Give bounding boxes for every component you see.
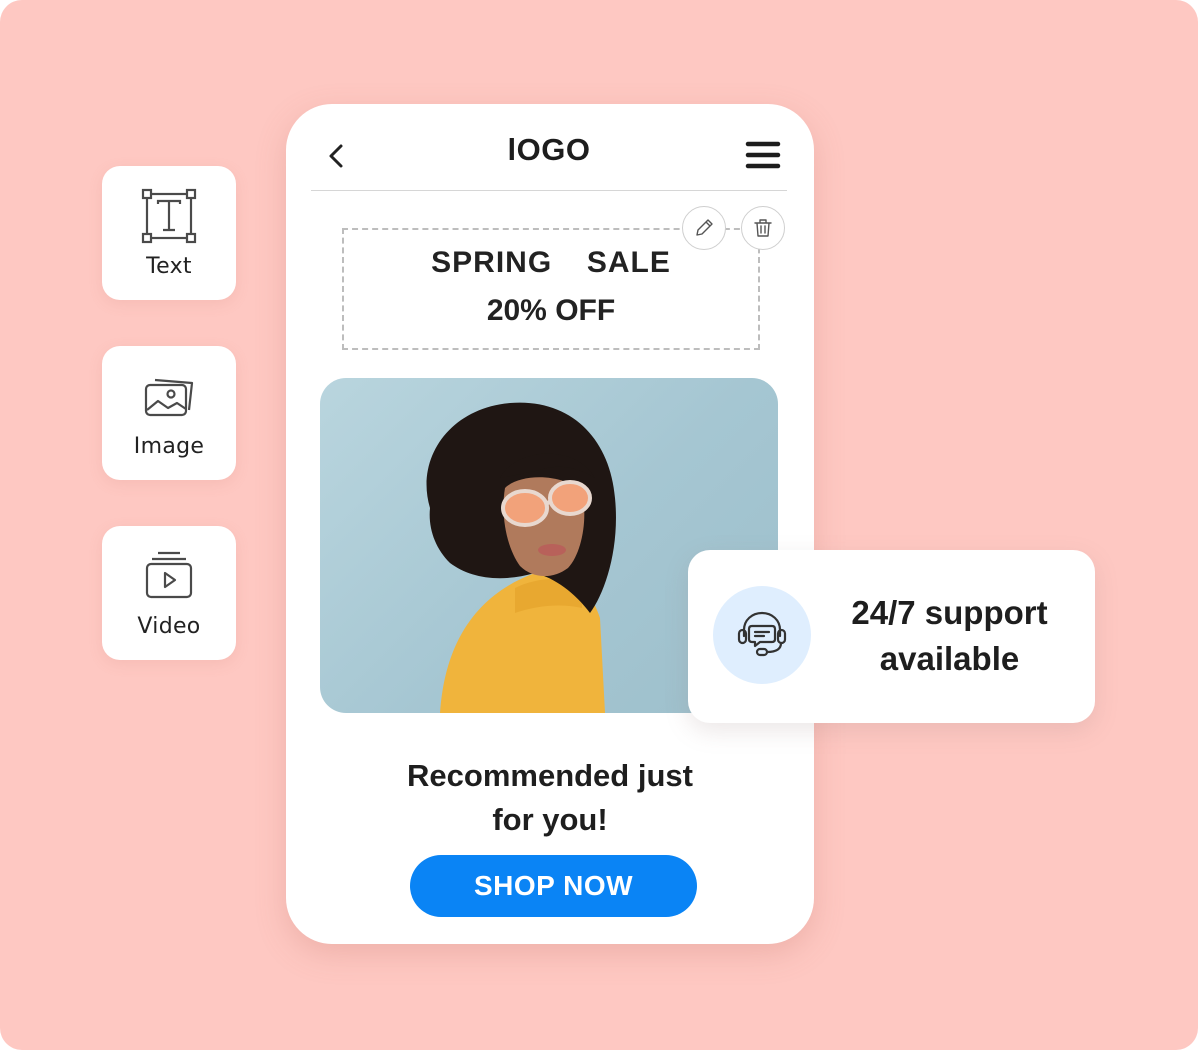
support-icon-badge [713, 586, 811, 684]
tool-text[interactable]: Text [102, 166, 236, 300]
sale-discount: 20% OFF [486, 294, 616, 327]
sale-title: SPRING SALE [431, 246, 671, 279]
recommendation-line1: Recommended just [407, 758, 693, 793]
tool-image-label: Image [133, 433, 205, 459]
headset-chat-icon [737, 611, 787, 657]
trash-icon [754, 219, 772, 237]
support-card: 24/7 support available [688, 550, 1095, 723]
logo: lOGO [507, 132, 591, 167]
phone-preview: lOGO SPRING SALE 20% OFF Recommended jus… [286, 104, 814, 944]
tool-text-label: Text [146, 253, 192, 279]
image-icon [144, 378, 194, 416]
support-line2: available [879, 640, 1020, 677]
recommendation-line2: for you! [492, 802, 608, 837]
phone-header: lOGO [311, 124, 787, 191]
edit-button[interactable] [682, 206, 726, 250]
text-box-icon [141, 188, 197, 243]
support-line1: 24/7 support [851, 594, 1048, 631]
shop-now-button[interactable]: SHOP NOW [410, 855, 697, 917]
tool-image[interactable]: Image [102, 346, 236, 480]
recommendation-heading: Recommended just for you! [286, 754, 814, 842]
support-text: 24/7 support available [816, 590, 1083, 682]
video-icon [145, 551, 193, 598]
delete-button[interactable] [741, 206, 785, 250]
hamburger-menu-icon[interactable] [745, 139, 781, 171]
tool-video[interactable]: Video [102, 526, 236, 660]
pencil-icon [696, 219, 713, 236]
tool-video-label: Video [137, 613, 201, 639]
